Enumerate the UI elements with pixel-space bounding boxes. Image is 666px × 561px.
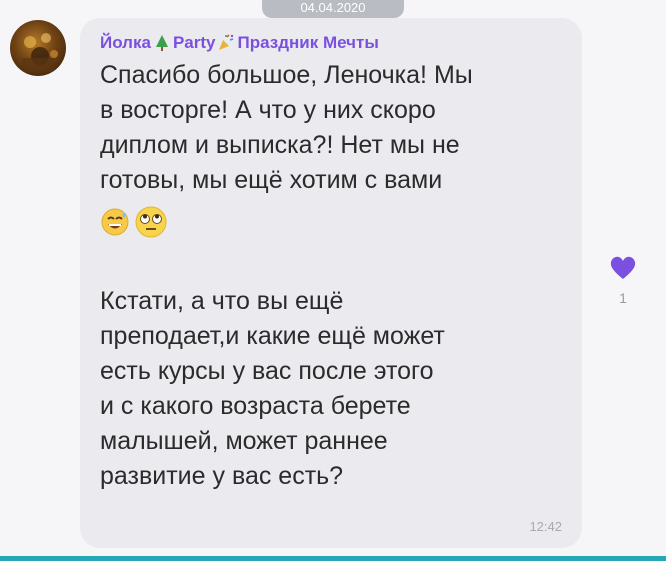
sender-name[interactable]: Йолка Party Праздник Мечты xyxy=(100,32,564,54)
like-reaction[interactable]: 1 xyxy=(608,255,638,306)
emoji-row xyxy=(100,204,564,240)
bottom-accent-bar xyxy=(0,556,666,561)
message-paragraph-1: Спасибо большое, Леночка! Мы в восторге!… xyxy=(100,61,473,194)
message-time: 12:42 xyxy=(529,519,562,534)
avatar-image xyxy=(22,33,58,72)
grinning-sweat-face-icon xyxy=(101,208,129,236)
message-paragraph-2: Кстати, а что вы ещё преподает,и какие е… xyxy=(100,287,445,490)
date-separator: 04.04.2020 xyxy=(262,0,404,18)
sender-name-part-2: Party xyxy=(172,33,216,52)
message-bubble[interactable]: Йолка Party Праздник Мечты Спасибо больш… xyxy=(80,18,582,548)
tree-icon xyxy=(155,35,168,51)
message-text: Спасибо большое, Леночка! Мы в восторге!… xyxy=(100,58,564,494)
sender-name-part-1: Йолка xyxy=(100,33,151,52)
rolling-eyes-face-icon xyxy=(135,206,167,238)
heart-icon[interactable] xyxy=(609,255,637,281)
chat-screen: 04.04.2020 Йолка Party Праздник Мечты Сп… xyxy=(0,0,666,561)
party-popper-icon xyxy=(219,34,234,50)
like-count: 1 xyxy=(619,290,627,306)
sender-name-part-3: Праздник Мечты xyxy=(237,33,379,52)
avatar[interactable] xyxy=(10,20,66,76)
